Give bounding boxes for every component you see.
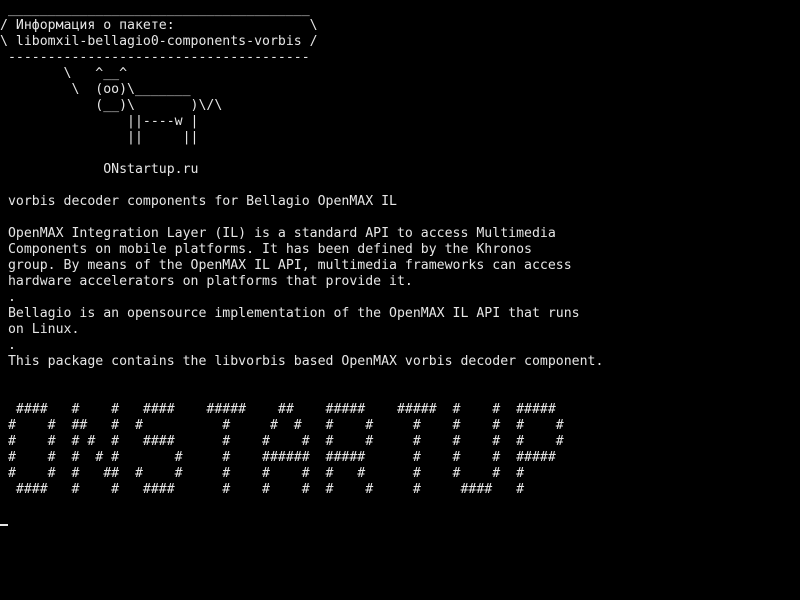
terminal-line: on Linux. — [0, 322, 80, 337]
terminal-line: \ libomxil-bellagio0-components-vorbis / — [0, 34, 318, 49]
terminal-line: ONstartup.ru — [0, 162, 199, 177]
terminal-line: # # ## # # # # # # # # # # # # — [0, 418, 564, 433]
terminal-line: . — [0, 338, 16, 353]
terminal-line: # # # ## # # # # # # # # # # # — [0, 466, 525, 481]
terminal-line: (__)\ )\/\ — [0, 98, 223, 113]
terminal-line: \ (oo)\_______ — [0, 82, 191, 97]
terminal-line: ______________________________________ — [0, 2, 310, 17]
terminal-line: #### # # #### ##### ## ##### ##### # # #… — [0, 402, 556, 417]
terminal-line: #### # # #### # # # # # # #### # — [0, 482, 525, 497]
terminal-line: / Информация о пакете: \ — [0, 18, 318, 33]
terminal-line: . — [0, 290, 16, 305]
terminal-line: hardware accelerators on platforms that … — [0, 274, 413, 289]
terminal-line: vorbis decoder components for Bellagio O… — [0, 194, 397, 209]
text-cursor — [0, 524, 8, 526]
terminal-line: group. By means of the OpenMAX IL API, m… — [0, 258, 572, 273]
terminal-line: # # # # # # # ###### ##### # # # ##### — [0, 450, 556, 465]
terminal-line: ||----w | — [0, 114, 199, 129]
terminal-line: OpenMAX Integration Layer (IL) is a stan… — [0, 226, 556, 241]
terminal-line: Bellagio is an opensource implementation… — [0, 306, 580, 321]
terminal-output: ______________________________________ / … — [0, 2, 603, 498]
terminal-line: This package contains the libvorbis base… — [0, 354, 604, 369]
terminal-screen[interactable]: ______________________________________ / … — [0, 0, 800, 600]
terminal-line: -------------------------------------- — [0, 50, 310, 65]
terminal-line: # # # # # #### # # # # # # # # # # — [0, 434, 564, 449]
terminal-line: || || — [0, 130, 199, 145]
terminal-line: Components on mobile platforms. It has b… — [0, 242, 532, 257]
terminal-line: \ ^__^ — [0, 66, 128, 81]
